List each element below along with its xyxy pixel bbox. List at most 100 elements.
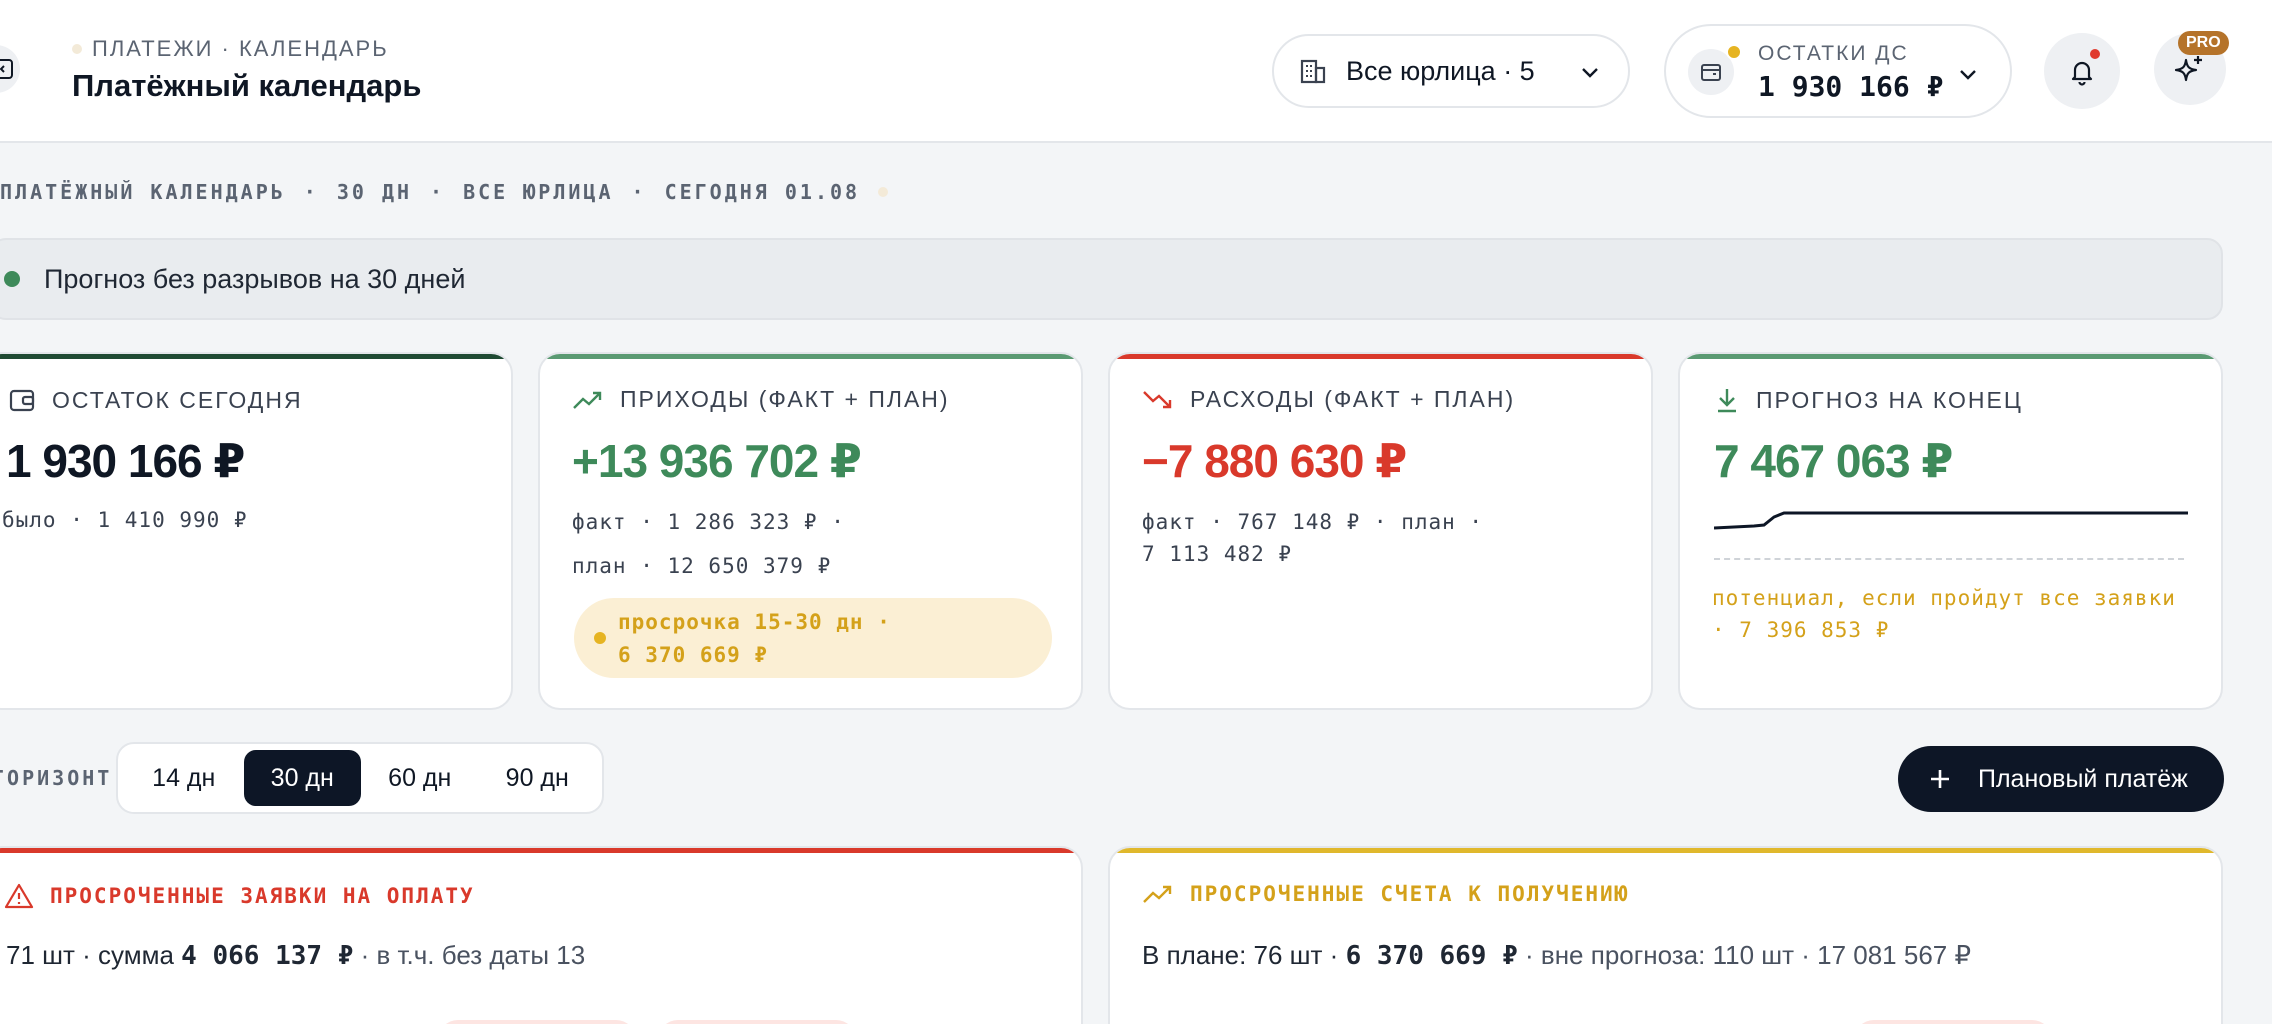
card-title: ПРИХОДЫ (ФАКТ + ПЛАН) bbox=[620, 386, 950, 412]
overdue-requests-summary: 71 шт · сумма 4 066 137 ₽ · в т.ч. без д… bbox=[6, 940, 585, 971]
add-planned-payment-label: Плановый платёж bbox=[1978, 764, 2188, 793]
status-end-dot bbox=[878, 187, 889, 197]
potential-text: потенциал, если пройдут все заявки · 7 3… bbox=[1712, 582, 2176, 646]
balance-caption: ОСТАТКИ ДС bbox=[1758, 42, 1909, 65]
card-accent-line bbox=[540, 354, 1081, 359]
balance-value: 1 930 166 ₽ bbox=[1758, 70, 1944, 103]
overdue-line: просрочка 15-30 дн · bbox=[618, 610, 891, 634]
expenses-value: −7 880 630 ₽ bbox=[1142, 435, 1407, 487]
wallet-icon bbox=[9, 389, 35, 412]
status-part: ВСЕ ЮРЛИЦА bbox=[463, 180, 614, 204]
add-planned-payment-button[interactable]: Плановый платёж bbox=[1898, 746, 2224, 812]
card-title: ОСТАТОК СЕГОДНЯ bbox=[52, 386, 303, 413]
status-line: ПЛАТЁЖНЫЙ КАЛЕНДАРЬ · 30 ДН · ВСЕ ЮРЛИЦА… bbox=[0, 180, 889, 204]
forecast-banner: Прогноз без разрывов на 30 дней bbox=[0, 238, 2223, 320]
card-header: РАСХОДЫ (ФАКТ + ПЛАН) bbox=[1142, 386, 1515, 413]
overdue-receivables-summary: В плане: 76 шт · 6 370 669 ₽ · вне прогн… bbox=[1142, 940, 1971, 971]
horizon-option-14[interactable]: 14 дн bbox=[124, 750, 244, 806]
warning-dot bbox=[594, 632, 606, 644]
separator-dot: · bbox=[631, 180, 647, 204]
pro-badge: PRO bbox=[2178, 31, 2229, 55]
horizon-option-90[interactable]: 90 дн bbox=[479, 750, 597, 806]
horizon-option-30[interactable]: 30 дн bbox=[243, 750, 361, 806]
chevron-down-icon bbox=[1582, 68, 1598, 78]
income-value: +13 936 702 ₽ bbox=[572, 435, 862, 487]
trending-up-icon bbox=[1143, 885, 1172, 903]
balance-today-value: 1 930 166 ₽ bbox=[6, 435, 245, 487]
income-card: ПРИХОДЫ (ФАКТ + ПЛАН) +13 936 702 ₽ факт… bbox=[538, 352, 1083, 710]
card-accent-line bbox=[1680, 354, 2221, 359]
card-title: РАСХОДЫ (ФАКТ + ПЛАН) bbox=[1190, 386, 1516, 412]
card-accent-line bbox=[1110, 848, 2221, 853]
panel-left-icon bbox=[0, 59, 13, 79]
overdue-receivables-card: ПРОСРОЧЕННЫЕ СЧЕТА К ПОЛУЧЕНИЮ В плане: … bbox=[1108, 846, 2223, 1024]
overdue-receivables-tail: · вне прогноза: 110 шт · 17 081 567 ₽ bbox=[1525, 940, 1972, 970]
breadcrumb: ПЛАТЕЖИ · КАЛЕНДАРЬ bbox=[72, 36, 389, 62]
breadcrumb-dot bbox=[72, 44, 82, 54]
forecast-sparkline bbox=[1714, 511, 2188, 530]
overdue-text: просрочка 15-30 дн · 6 370 669 ₽ bbox=[618, 606, 891, 672]
separator-dot: · bbox=[430, 180, 446, 204]
card-accent-line bbox=[0, 354, 511, 359]
potential-line: потенциал, если пройдут все заявки bbox=[1712, 586, 2176, 610]
balance-previous: было · 1 410 990 ₽ bbox=[2, 508, 248, 532]
card-accent-line bbox=[1110, 354, 1651, 359]
horizon-segmented-control: 14 дн 30 дн 60 дн 90 дн bbox=[116, 742, 604, 814]
income-fact: факт · 1 286 323 ₽ · bbox=[572, 510, 845, 534]
forecast-banner-text: Прогноз без разрывов на 30 дней bbox=[44, 263, 466, 294]
entity-selector-label: Все юрлица · 5 bbox=[1346, 55, 1535, 86]
forecast-value: 7 467 063 ₽ bbox=[1714, 435, 1953, 487]
trending-up-icon bbox=[573, 391, 602, 409]
chip[interactable] bbox=[1854, 1020, 2052, 1024]
overdue-requests-card: ПРОСРОЧЕННЫЕ ЗАЯВКИ НА ОПЛАТУ 71 шт · су… bbox=[0, 846, 1083, 1024]
card-title: ПРОСРОЧЕННЫЕ ЗАЯВКИ НА ОПЛАТУ bbox=[50, 884, 475, 908]
overdue-requests-amount: 4 066 137 ₽ bbox=[181, 941, 354, 971]
collapse-sidebar-button[interactable] bbox=[0, 45, 20, 93]
overdue-requests-tail: · в т.ч. без даты 13 bbox=[360, 940, 586, 970]
balance-today-card: ОСТАТОК СЕГОДНЯ 1 930 166 ₽ было · 1 410… bbox=[0, 352, 513, 710]
breadcrumb-text: ПЛАТЕЖИ · КАЛЕНДАРЬ bbox=[92, 36, 389, 61]
overdue-receivables-count: В плане: 76 шт · bbox=[1142, 940, 1339, 970]
separator-dot: · bbox=[303, 180, 319, 204]
chip[interactable] bbox=[438, 1020, 636, 1024]
status-part: СЕГОДНЯ 01.08 bbox=[664, 180, 861, 204]
ok-status-dot bbox=[4, 271, 20, 287]
status-dot bbox=[1726, 44, 1742, 60]
card-title: ПРОСРОЧЕННЫЕ СЧЕТА К ПОЛУЧЕНИЮ bbox=[1190, 882, 1630, 906]
card-header: ПРИХОДЫ (ФАКТ + ПЛАН) bbox=[572, 386, 950, 413]
sparkles-icon bbox=[2174, 56, 2202, 82]
building-icon bbox=[1300, 59, 1326, 84]
entity-selector[interactable]: Все юрлица · 5 bbox=[1272, 34, 1630, 108]
cash-balance-selector[interactable]: ОСТАТКИ ДС 1 930 166 ₽ bbox=[1664, 24, 2012, 118]
card-header: ОСТАТОК СЕГОДНЯ bbox=[8, 386, 303, 414]
notifications-button[interactable] bbox=[2044, 33, 2120, 109]
status-part: 30 ДН bbox=[336, 180, 413, 204]
notification-dot bbox=[2088, 47, 2102, 61]
alert-triangle-icon bbox=[4, 883, 34, 909]
card-header: ПРОСРОЧЕННЫЕ СЧЕТА К ПОЛУЧЕНИЮ bbox=[1142, 882, 1629, 906]
card-title: ПРОГНОЗ НА КОНЕЦ bbox=[1756, 386, 2023, 413]
card-header: ПРОГНОЗ НА КОНЕЦ bbox=[1714, 386, 2023, 414]
overdue-pill: просрочка 15-30 дн · 6 370 669 ₽ bbox=[574, 598, 1052, 678]
income-plan: план · 12 650 379 ₽ bbox=[572, 554, 832, 578]
overdue-amount: 6 370 669 ₽ bbox=[618, 643, 769, 667]
chevron-down-icon bbox=[1960, 70, 1976, 80]
plus-icon bbox=[1931, 770, 1949, 788]
expenses-plan-amount: 7 113 482 ₽ bbox=[1142, 542, 1293, 566]
horizon-option-60[interactable]: 60 дн bbox=[361, 750, 479, 806]
potential-amount: · 7 396 853 ₽ bbox=[1712, 618, 1890, 642]
overdue-requests-count: 71 шт · сумма bbox=[6, 940, 174, 970]
trending-down-icon bbox=[1143, 390, 1172, 408]
top-bar: ПЛАТЕЖИ · КАЛЕНДАРЬ Платёжный календарь … bbox=[0, 0, 2272, 143]
chip[interactable] bbox=[658, 1020, 856, 1024]
forecast-card: ПРОГНОЗ НА КОНЕЦ 7 467 063 ₽ потенциал, … bbox=[1678, 352, 2223, 710]
arrow-down-to-line-icon bbox=[1718, 389, 1736, 413]
status-part: ПЛАТЁЖНЫЙ КАЛЕНДАРЬ bbox=[0, 180, 286, 204]
card-header: ПРОСРОЧЕННЫЕ ЗАЯВКИ НА ОПЛАТУ bbox=[4, 882, 475, 910]
expenses-card: РАСХОДЫ (ФАКТ + ПЛАН) −7 880 630 ₽ факт … bbox=[1108, 352, 1653, 710]
potential-divider bbox=[1714, 558, 2184, 560]
page-title: Платёжный календарь bbox=[72, 68, 422, 103]
overdue-receivables-amount: 6 370 669 ₽ bbox=[1345, 941, 1518, 971]
card-accent-line bbox=[0, 848, 1081, 853]
expenses-fact-plan: факт · 767 148 ₽ · план · bbox=[1142, 510, 1484, 534]
